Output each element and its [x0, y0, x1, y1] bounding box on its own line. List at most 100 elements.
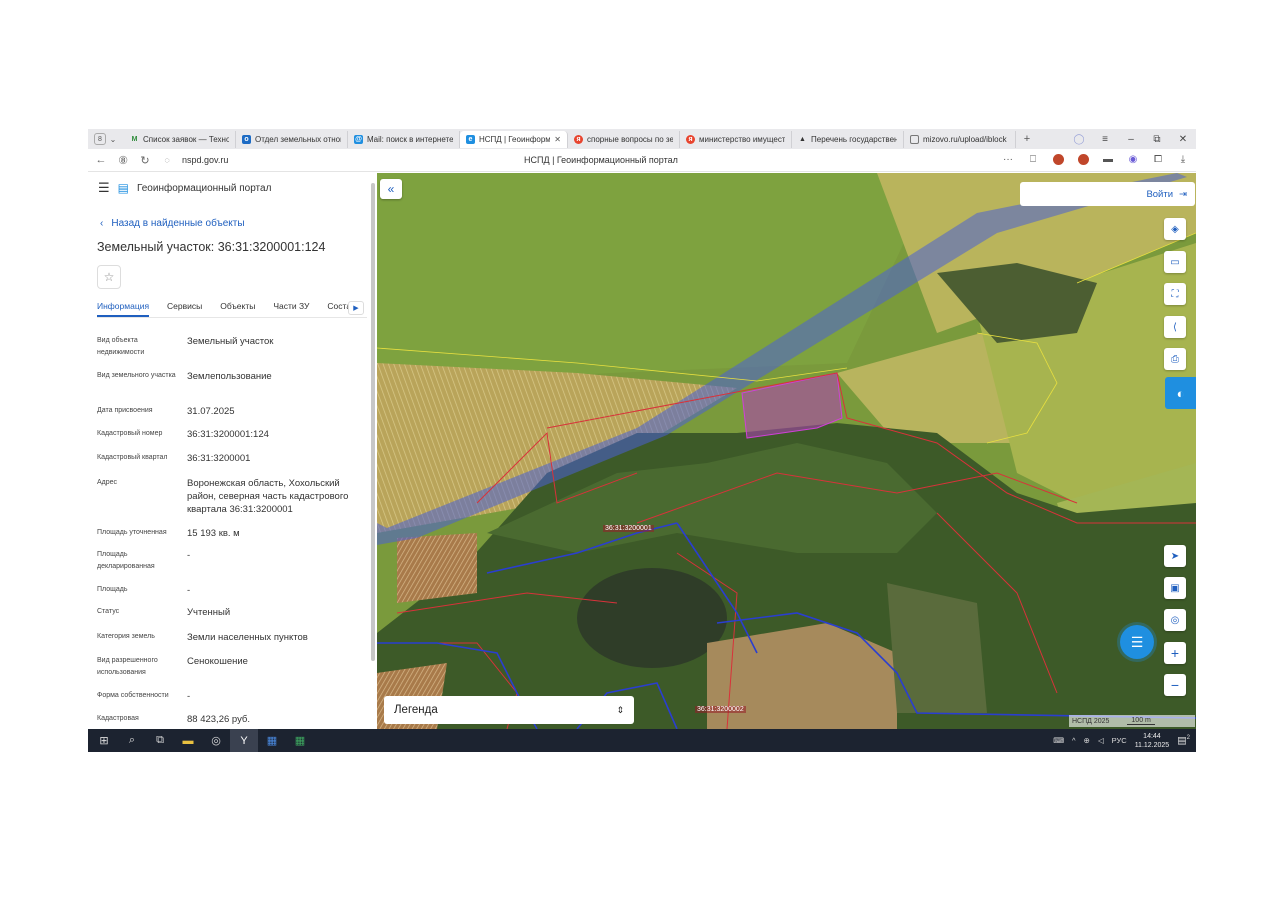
network-icon[interactable]: ⊕: [1084, 736, 1090, 745]
share-button[interactable]: ⟨: [1164, 316, 1186, 338]
nspd-icon: e: [466, 134, 475, 144]
browser-tab[interactable]: я спорные вопросы по зе: [568, 130, 680, 148]
os-taskbar: ⊞ ⌕ ⧉ ▬ ◎ Y ▦ ▦ ⌨ ^ ⊕ ◁ РУС 14:44 11.12.…: [88, 729, 1196, 752]
object-info-panel: ☰ ▤ Геоинформационный портал ‹ Назад в н…: [88, 173, 377, 729]
extension-icon[interactable]: [1051, 152, 1065, 166]
hamburger-menu-icon[interactable]: ☰: [98, 180, 110, 196]
tab-title: министерство имущест: [699, 134, 785, 144]
tab-title: НСПД | Геоинформаци: [479, 134, 551, 144]
downloads-icon[interactable]: ⤓: [1176, 152, 1190, 166]
scale-label: 100 m: [1127, 717, 1155, 725]
volume-icon[interactable]: ◁: [1098, 736, 1104, 745]
new-tab-plus-icon[interactable]: +: [1020, 132, 1034, 146]
tray-expand-icon[interactable]: ^: [1072, 736, 1076, 745]
tab-title: Список заявок — Техно: [143, 134, 229, 144]
yandex-browser-icon[interactable]: ⑧: [112, 154, 134, 167]
profile-icon[interactable]: ◯: [1066, 134, 1092, 145]
browser-tab[interactable]: @ Mail: поиск в интернете: [348, 130, 460, 148]
yandex-browser-icon[interactable]: Y: [230, 729, 258, 752]
measure-ruler-button[interactable]: ▭: [1164, 251, 1186, 273]
map-view[interactable]: 36:31:3200001 36:31:3200002 « Войти ⇥ ◈ …: [377, 173, 1196, 729]
portal-title: Геоинформационный портал: [137, 182, 272, 194]
more-icon[interactable]: ···: [1001, 152, 1015, 166]
property-value: -: [187, 691, 191, 702]
select-area-button[interactable]: ⛶: [1164, 283, 1186, 305]
extension-icon[interactable]: ▬: [1101, 152, 1115, 166]
zoom-out-button[interactable]: −: [1164, 674, 1186, 696]
chat-bot-button[interactable]: ☰: [1120, 625, 1154, 659]
property-value: -: [187, 585, 191, 596]
keyboard-icon[interactable]: ⌨: [1053, 736, 1064, 745]
outlook-icon: o: [242, 134, 251, 144]
property-key: Адрес: [97, 479, 118, 486]
info-tabs: Информация Сервисы Объекты Части ЗУ Сост…: [97, 301, 367, 318]
assistant-icon[interactable]: ◐: [1165, 377, 1196, 409]
restore-icon[interactable]: ⧉: [1144, 134, 1170, 145]
property-key: Категория земель: [97, 633, 155, 640]
zoom-in-button[interactable]: +: [1164, 642, 1186, 664]
tab-count-badge[interactable]: 8: [94, 133, 106, 145]
tab-parts[interactable]: Части ЗУ: [273, 301, 309, 317]
legend-selector[interactable]: Легенда ⇕: [384, 696, 634, 724]
collapse-panel-button[interactable]: «: [380, 179, 402, 199]
search-icon[interactable]: ⌕: [118, 729, 146, 752]
favorite-star-button[interactable]: ☆: [97, 265, 121, 289]
yandex-icon: я: [686, 134, 695, 144]
browser-tab[interactable]: M Список заявок — Техно: [124, 130, 236, 148]
tab-objects[interactable]: Объекты: [220, 301, 255, 317]
url-field[interactable]: nspd.gov.ru: [182, 155, 228, 165]
file-explorer-icon[interactable]: ▬: [174, 729, 202, 752]
panel-scrollbar[interactable]: [371, 183, 375, 661]
browser-tab[interactable]: ▲ Перечень государствен: [792, 130, 904, 148]
app-icon[interactable]: ▦: [258, 729, 286, 752]
property-value: -: [187, 550, 191, 561]
minimap-button[interactable]: ▣: [1164, 577, 1186, 599]
language-indicator[interactable]: РУС: [1112, 736, 1127, 745]
property-key: Вид земельного участка: [97, 372, 176, 379]
browser-tab[interactable]: o Отдел земельных отнош: [236, 130, 348, 148]
minimize-icon[interactable]: –: [1118, 134, 1144, 145]
parcel-title: Земельный участок: 36:31:3200001:124: [97, 240, 326, 254]
property-key: Кадастровый номер: [97, 430, 163, 437]
login-button[interactable]: Войти ⇥: [1020, 182, 1195, 206]
cadastral-label: 36:31:3200002: [695, 706, 746, 713]
property-value: Учтенный: [187, 607, 231, 618]
print-button[interactable]: ⎙: [1164, 348, 1186, 370]
browser-tab[interactable]: mizovo.ru/upload/iblock: [904, 130, 1016, 148]
clock[interactable]: 14:44 11.12.2025: [1135, 732, 1170, 750]
property-key: Площадь декларированная: [97, 551, 155, 570]
tab-information[interactable]: Информация: [97, 301, 150, 317]
property-value: 31.07.2025: [187, 406, 235, 417]
task-view-icon[interactable]: ⧉: [146, 729, 174, 752]
browser-tab[interactable]: я министерство имущест: [680, 130, 792, 148]
close-window-icon[interactable]: ✕: [1170, 134, 1196, 145]
collections-icon[interactable]: ⧠: [1151, 152, 1165, 166]
tabs-next-arrow-icon[interactable]: ▶: [348, 301, 364, 315]
back-to-results-link[interactable]: ‹ Назад в найденные объекты: [100, 218, 245, 229]
locate-me-button[interactable]: ➤: [1164, 545, 1186, 567]
file-icon: [910, 134, 919, 144]
menu-icon[interactable]: ≡: [1092, 134, 1118, 145]
tabs-menu-chevron-icon[interactable]: ⌄: [106, 132, 120, 146]
geolocation-button[interactable]: ◎: [1164, 609, 1186, 631]
extension-icon[interactable]: [1076, 152, 1090, 166]
extension-icon[interactable]: ◉: [1126, 152, 1140, 166]
close-tab-icon[interactable]: ✕: [554, 135, 561, 144]
layers-button[interactable]: ◈: [1164, 218, 1186, 240]
bookmark-icon[interactable]: ⎕: [1026, 152, 1040, 166]
excel-icon[interactable]: ▦: [286, 729, 314, 752]
property-key: Вид разрешенного использования: [97, 657, 158, 676]
site-info-icon[interactable]: ◌: [156, 155, 178, 165]
address-bar: ← ⑧ ↻ ◌ nspd.gov.ru НСПД | Геоинформацио…: [88, 149, 1196, 172]
property-value: Землепользование: [187, 371, 272, 382]
browser-tab-bar: 8 ⌄ M Список заявок — Техно o Отдел земе…: [88, 129, 1196, 149]
windows-start-icon[interactable]: ⊞: [90, 729, 118, 752]
tab-services[interactable]: Сервисы: [167, 301, 202, 317]
app-icon[interactable]: ◎: [202, 729, 230, 752]
tab-title: спорные вопросы по зе: [587, 134, 673, 144]
reload-icon[interactable]: ↻: [134, 154, 156, 167]
screenshot: 8 ⌄ M Список заявок — Техно o Отдел земе…: [88, 129, 1196, 752]
notifications-icon[interactable]: ▤2: [1177, 735, 1190, 746]
back-arrow-icon[interactable]: ←: [90, 154, 112, 166]
browser-tab-active[interactable]: e НСПД | Геоинформаци ✕: [460, 130, 568, 148]
